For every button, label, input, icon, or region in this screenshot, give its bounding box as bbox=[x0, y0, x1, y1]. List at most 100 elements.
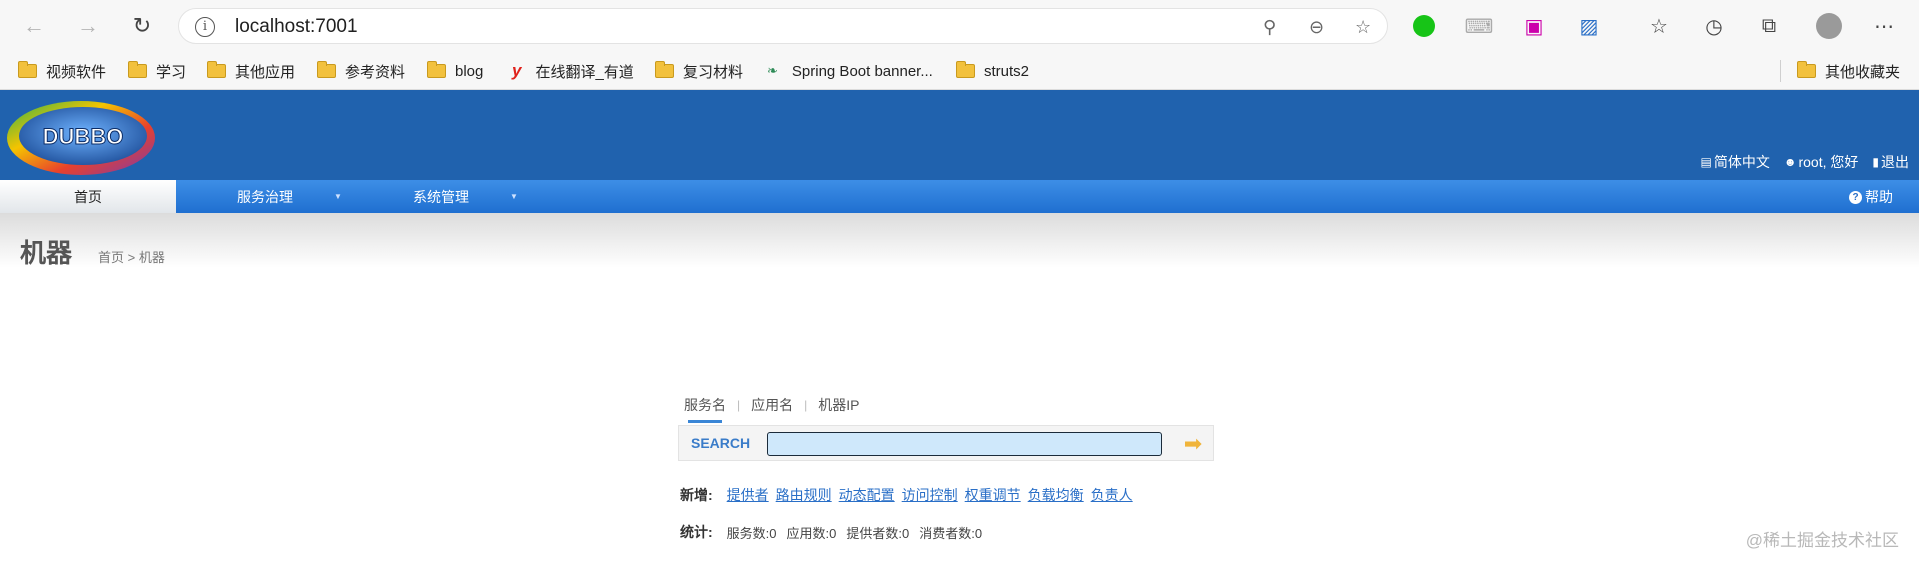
dubbo-logo: DUBBO bbox=[7, 101, 155, 175]
logout-icon: ▮ bbox=[1872, 155, 1879, 169]
add-owner-link[interactable]: 负责人 bbox=[1091, 485, 1133, 505]
search-go-arrow-icon[interactable]: ➡ bbox=[1179, 431, 1207, 457]
search-box: SEARCH ➡ bbox=[678, 425, 1214, 461]
stats-label: 统计: bbox=[680, 524, 713, 540]
add-favorite-icon[interactable]: ☆ bbox=[1355, 17, 1371, 38]
bookmark-item[interactable]: 视频软件 bbox=[18, 60, 106, 82]
bookmark-item[interactable]: 学习 bbox=[128, 60, 186, 82]
main-menu: 首页 服务治理 ▼ 系统管理 ▼ ? 帮助 bbox=[0, 180, 1919, 213]
stat-consumers: 消费者数:0 bbox=[919, 525, 983, 541]
folder-icon bbox=[655, 61, 674, 78]
bookmarks-bar: 视频软件 学习 其他应用 参考资料 blog y 在线翻译_有道 复习材料 ❧ Sp… bbox=[0, 52, 1919, 90]
user-label: root, 您好 bbox=[1798, 154, 1859, 170]
bookmark-item[interactable]: 复习材料 bbox=[655, 60, 743, 82]
bookmark-label: 学习 bbox=[156, 63, 187, 81]
logout-label: 退出 bbox=[1881, 154, 1909, 170]
bookmark-label: blog bbox=[455, 62, 484, 80]
folder-icon bbox=[207, 61, 226, 78]
folder-icon bbox=[427, 61, 446, 78]
bookmarks-divider bbox=[1780, 60, 1781, 82]
folder-icon bbox=[956, 61, 975, 78]
youdao-icon: y bbox=[512, 61, 522, 80]
tab-machine-ip[interactable]: 机器IP bbox=[818, 395, 859, 415]
folder-icon bbox=[1797, 61, 1816, 78]
logout-link[interactable]: ▮ 退出 bbox=[1872, 152, 1909, 172]
search-tabs: 服务名 | 应用名 | 机器IP bbox=[684, 395, 859, 423]
language-link[interactable]: ▤ 简体中文 bbox=[1701, 152, 1770, 172]
add-dynamic-config-link[interactable]: 动态配置 bbox=[839, 485, 895, 505]
spring-leaf-icon: ❧ bbox=[767, 63, 778, 78]
bookmark-label: 在线翻译_有道 bbox=[535, 63, 634, 81]
bookmark-label: Spring Boot banner... bbox=[791, 62, 933, 80]
key-icon[interactable]: ⚲ bbox=[1263, 17, 1276, 38]
add-provider-link[interactable]: 提供者 bbox=[727, 485, 769, 505]
bookmark-item[interactable]: 参考资料 bbox=[317, 60, 405, 82]
logo-text: DUBBO bbox=[43, 124, 124, 149]
bookmark-label: 参考资料 bbox=[345, 63, 406, 81]
bookmark-label: 视频软件 bbox=[46, 63, 107, 81]
menu-system-management[interactable]: 系统管理 bbox=[413, 180, 469, 213]
bookmark-item[interactable]: y 在线翻译_有道 bbox=[512, 60, 634, 82]
menu-service-governance[interactable]: 服务治理 bbox=[237, 180, 293, 213]
bookmark-label: 其他应用 bbox=[235, 63, 296, 81]
bookmark-item[interactable]: blog bbox=[427, 60, 483, 82]
search-label: SEARCH bbox=[691, 435, 751, 451]
page-title: 机器 bbox=[20, 238, 73, 268]
bookmark-item[interactable]: struts2 bbox=[956, 60, 1029, 82]
bookmark-label: 复习材料 bbox=[683, 63, 744, 81]
folder-icon bbox=[18, 61, 37, 78]
add-load-balance-link[interactable]: 负载均衡 bbox=[1028, 485, 1084, 505]
folder-icon bbox=[317, 61, 336, 78]
menu-home[interactable]: 首页 bbox=[0, 180, 176, 213]
help-label: 帮助 bbox=[1865, 189, 1893, 205]
other-bookmarks-label: 其他收藏夹 bbox=[1825, 63, 1901, 81]
reload-icon[interactable]: ↻ bbox=[128, 12, 156, 40]
watermark: @稀土掘金技术社区 bbox=[1745, 531, 1899, 550]
stat-services: 服务数:0 bbox=[726, 525, 777, 541]
stat-applications: 应用数:0 bbox=[786, 525, 837, 541]
user-icon: ☻ bbox=[1783, 155, 1797, 169]
language-label: 简体中文 bbox=[1713, 154, 1770, 170]
add-route-link[interactable]: 路由规则 bbox=[776, 485, 832, 505]
address-url[interactable]: localhost:7001 bbox=[235, 16, 358, 38]
tab-service-name[interactable]: 服务名 bbox=[684, 395, 726, 423]
extension-green-icon[interactable] bbox=[1410, 12, 1438, 40]
zoom-out-icon[interactable]: ⊖ bbox=[1309, 17, 1324, 38]
add-label: 新增: bbox=[680, 487, 713, 503]
app-header: DUBBO ▤ 简体中文 ☻ root, 您好 ▮ 退出 bbox=[0, 90, 1919, 180]
help-icon: ? bbox=[1849, 190, 1862, 204]
collections-icon[interactable]: ⧉ bbox=[1755, 12, 1783, 40]
translate-icon[interactable]: ▨ bbox=[1575, 12, 1603, 40]
help-link[interactable]: ? 帮助 bbox=[1849, 187, 1893, 207]
bookmark-label: struts2 bbox=[984, 62, 1030, 80]
header-links: ▤ 简体中文 ☻ root, 您好 ▮ 退出 bbox=[1701, 152, 1910, 172]
tab-separator: | bbox=[737, 398, 741, 412]
bookmark-item[interactable]: 其他应用 bbox=[207, 60, 295, 82]
document-icon: ▤ bbox=[1700, 155, 1712, 169]
more-menu-icon[interactable]: ⋯ bbox=[1870, 12, 1898, 40]
back-icon[interactable]: ← bbox=[20, 12, 48, 40]
search-input[interactable] bbox=[767, 432, 1162, 456]
site-info-icon[interactable]: i bbox=[195, 17, 215, 37]
other-bookmarks[interactable]: 其他收藏夹 bbox=[1797, 60, 1900, 82]
avatar[interactable] bbox=[1815, 12, 1843, 40]
bookmark-item[interactable]: ❧ Spring Boot banner... bbox=[767, 60, 933, 82]
extension-keyboard-icon[interactable]: ⌨ bbox=[1465, 12, 1494, 40]
favorites-icon[interactable]: ☆ bbox=[1645, 12, 1673, 40]
history-icon[interactable]: ◷ bbox=[1700, 12, 1728, 40]
add-weight-link[interactable]: 权重调节 bbox=[965, 485, 1021, 505]
title-area: 机器 首页 > 机器 bbox=[0, 213, 1919, 268]
add-access-control-link[interactable]: 访问控制 bbox=[902, 485, 958, 505]
breadcrumb[interactable]: 首页 > 机器 bbox=[98, 247, 165, 266]
tab-application-name[interactable]: 应用名 bbox=[751, 395, 793, 415]
browser-toolbar: ← → ↻ i localhost:7001 ⚲ ⊖ ☆ ⌨ ▣ ▨ ☆ ◷ ⧉… bbox=[0, 0, 1919, 52]
stats-row: 统计: 服务数:0 应用数:0 提供者数:0 消费者数:0 bbox=[680, 522, 992, 542]
chevron-down-icon[interactable]: ▼ bbox=[334, 192, 342, 201]
address-bar[interactable]: i localhost:7001 ⚲ ⊖ ☆ bbox=[178, 8, 1388, 44]
stat-providers: 提供者数:0 bbox=[846, 525, 910, 541]
forward-icon[interactable]: → bbox=[74, 12, 102, 40]
extension-screen-icon[interactable]: ▣ bbox=[1520, 12, 1548, 40]
chevron-down-icon[interactable]: ▼ bbox=[510, 192, 518, 201]
add-row: 新增: 提供者 路由规则 动态配置 访问控制 权重调节 负载均衡 负责人 bbox=[680, 485, 1140, 505]
tab-separator: | bbox=[804, 398, 808, 412]
